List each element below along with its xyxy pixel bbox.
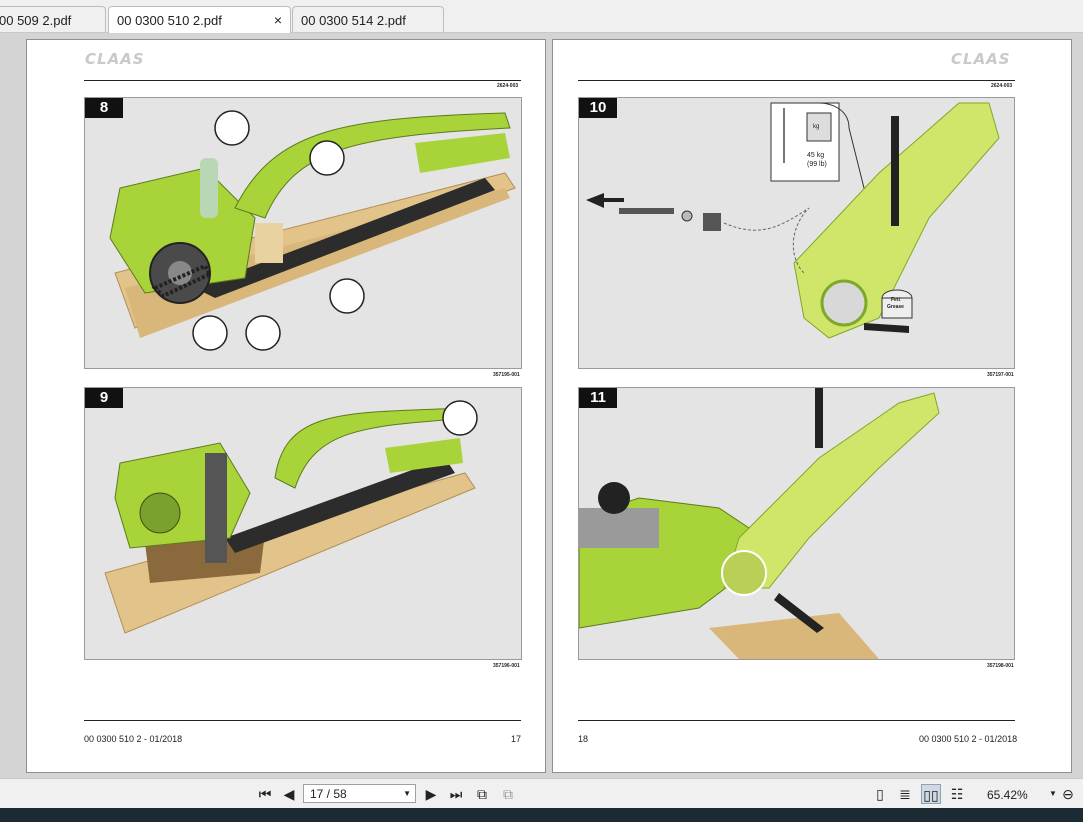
tab-document-514[interactable]: 00 0300 514 2.pdf — [292, 6, 444, 32]
footer-doc-number: 00 0300 510 2 - 01/2018 — [84, 734, 183, 744]
page-number-input[interactable]: 17 / 58 ▼ — [303, 784, 416, 803]
copy-icon[interactable]: ⧉ — [498, 784, 518, 804]
figure-11: 11 — [578, 387, 1015, 660]
figure-id: 357198-001 — [987, 663, 1014, 669]
first-page-icon[interactable]: ⏮ — [255, 784, 275, 804]
prev-page-icon[interactable]: ◀ — [279, 784, 299, 804]
doc-ref: 2624-003 — [991, 83, 1013, 89]
tab-label: 00 0300 510 2.pdf — [117, 13, 222, 28]
next-page-icon[interactable]: ▶ — [421, 784, 441, 804]
header-rule — [84, 80, 521, 81]
chevron-down-icon[interactable]: ▼ — [403, 789, 411, 798]
page-18: CLAAS 2624-003 10 kg 45 kg (99 lb) Fett … — [552, 39, 1072, 773]
taskbar-strip — [0, 808, 1083, 822]
page-17: CLAAS 2624-003 8 357195-001 9 357196-001… — [26, 39, 546, 773]
last-page-icon[interactable]: ⏭ — [446, 784, 466, 804]
header-rule — [578, 80, 1015, 81]
single-page-icon[interactable]: ▯ — [870, 784, 890, 804]
claas-logo: CLAAS — [85, 50, 145, 68]
tab-label: 00 0300 514 2.pdf — [301, 13, 406, 28]
footer-rule — [578, 720, 1015, 721]
figure-id: 357195-001 — [493, 372, 520, 378]
weight-unit: kg — [813, 124, 820, 130]
zoom-level[interactable]: 65.42% — [987, 788, 1028, 802]
figure-number: 8 — [85, 98, 123, 118]
navigation-toolbar: ⏮ ◀ 17 / 58 ▼ ▶ ⏭ ⧉ ⧉ ▯ ≣ ▯▯ ☷ 65.42% ▼ … — [0, 778, 1083, 809]
two-page-icon[interactable]: ▯▯ — [921, 784, 941, 804]
arm-illustration — [586, 102, 1000, 339]
weight-label-lb: (99 lb) — [807, 161, 827, 168]
tab-bar: 00 509 2.pdf 00 0300 510 2.pdf × 00 0300… — [0, 0, 1083, 33]
figure-9: 9 — [84, 387, 522, 660]
figure-id: 357197-001 — [987, 372, 1014, 378]
figure-number: 11 — [579, 388, 617, 408]
page-indicator: 17 / 58 — [310, 787, 347, 801]
tab-document-509[interactable]: 00 509 2.pdf — [0, 6, 106, 32]
two-page-continuous-icon[interactable]: ☷ — [947, 784, 967, 804]
plier-icon — [442, 400, 478, 436]
figure-number: 9 — [85, 388, 123, 408]
figure-8: 8 — [84, 97, 522, 369]
rotate-icon[interactable]: ⧉ — [472, 784, 492, 804]
footer-rule — [84, 720, 521, 721]
doc-ref: 2624-003 — [497, 83, 519, 89]
footer-page-number: 17 — [511, 734, 522, 744]
footer-doc-number: 00 0300 510 2 - 01/2018 — [919, 734, 1018, 744]
mower-illustration — [109, 110, 516, 351]
arm-closeup-illustration — [579, 388, 940, 659]
mower-illustration — [104, 400, 478, 634]
close-icon[interactable]: × — [274, 12, 282, 28]
tab-label: 00 509 2.pdf — [0, 13, 72, 28]
tab-document-510[interactable]: 00 0300 510 2.pdf × — [108, 6, 291, 33]
footer-page-number: 18 — [578, 734, 589, 744]
zoom-out-icon[interactable]: ⊖ — [1058, 784, 1078, 804]
grease-label: Grease — [887, 304, 904, 310]
weight-label-kg: 45 kg — [807, 152, 825, 159]
document-viewer[interactable]: CLAAS 2624-003 8 357195-001 9 357196-001… — [0, 33, 1083, 778]
figure-10: 10 kg 45 kg (99 lb) Fett Grease — [578, 97, 1015, 369]
figure-number: 10 — [579, 98, 617, 118]
claas-logo: CLAAS — [951, 50, 1011, 68]
figure-id: 357196-001 — [493, 663, 520, 669]
grease-label: Fett — [891, 297, 901, 303]
continuous-icon[interactable]: ≣ — [895, 784, 915, 804]
